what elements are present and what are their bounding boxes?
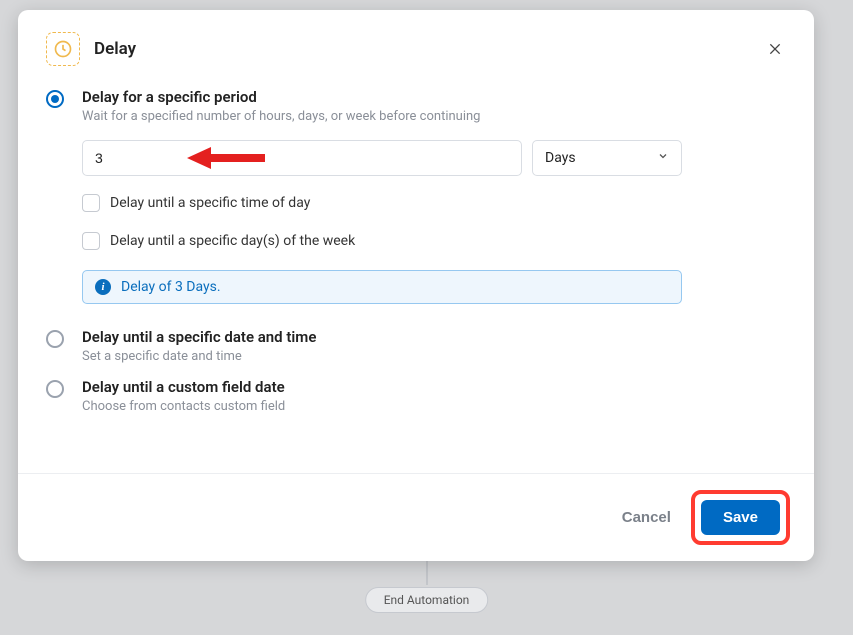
end-automation-pill[interactable]: End Automation <box>365 587 489 613</box>
option-title: Delay for a specific period <box>82 88 786 106</box>
delay-amount-input[interactable] <box>82 140 522 176</box>
radio-custom-field[interactable] <box>46 380 64 398</box>
checkbox-label: Delay until a specific day(s) of the wee… <box>110 233 355 249</box>
option-desc: Choose from contacts custom field <box>82 399 786 414</box>
modal-title: Delay <box>94 39 764 59</box>
modal-header: Delay <box>46 32 786 66</box>
info-text: Delay of 3 Days. <box>121 279 221 295</box>
clock-icon <box>46 32 80 66</box>
option-desc: Wait for a specified number of hours, da… <box>82 109 786 124</box>
modal-footer: Cancel Save <box>18 473 814 561</box>
period-inputs: Days <box>82 140 682 176</box>
close-icon[interactable] <box>764 38 786 60</box>
option-specific-period[interactable]: Delay for a specific period Wait for a s… <box>46 88 786 124</box>
option-specific-datetime[interactable]: Delay until a specific date and time Set… <box>46 328 786 364</box>
delay-unit-value: Days <box>545 150 576 166</box>
delay-unit-select[interactable]: Days <box>532 140 682 176</box>
checkbox[interactable] <box>82 232 100 250</box>
modal-body: Delay Delay for a specific period Wait f… <box>18 10 814 473</box>
option-custom-field[interactable]: Delay until a custom field date Choose f… <box>46 378 786 414</box>
save-button[interactable]: Save <box>701 500 780 535</box>
cancel-button[interactable]: Cancel <box>616 501 677 534</box>
check-time-of-day[interactable]: Delay until a specific time of day <box>82 194 786 212</box>
checkbox[interactable] <box>82 194 100 212</box>
radio-specific-period[interactable] <box>46 90 64 108</box>
checkbox-label: Delay until a specific time of day <box>110 195 310 211</box>
check-day-of-week[interactable]: Delay until a specific day(s) of the wee… <box>82 232 786 250</box>
radio-specific-datetime[interactable] <box>46 330 64 348</box>
delay-modal: Delay Delay for a specific period Wait f… <box>18 10 814 561</box>
info-icon: i <box>95 279 111 295</box>
delay-summary-info: i Delay of 3 Days. <box>82 270 682 304</box>
flow-connector <box>426 560 427 585</box>
chevron-down-icon <box>657 150 669 166</box>
save-highlight: Save <box>691 490 790 545</box>
option-title: Delay until a custom field date <box>82 378 786 396</box>
option-desc: Set a specific date and time <box>82 349 786 364</box>
option-title: Delay until a specific date and time <box>82 328 786 346</box>
